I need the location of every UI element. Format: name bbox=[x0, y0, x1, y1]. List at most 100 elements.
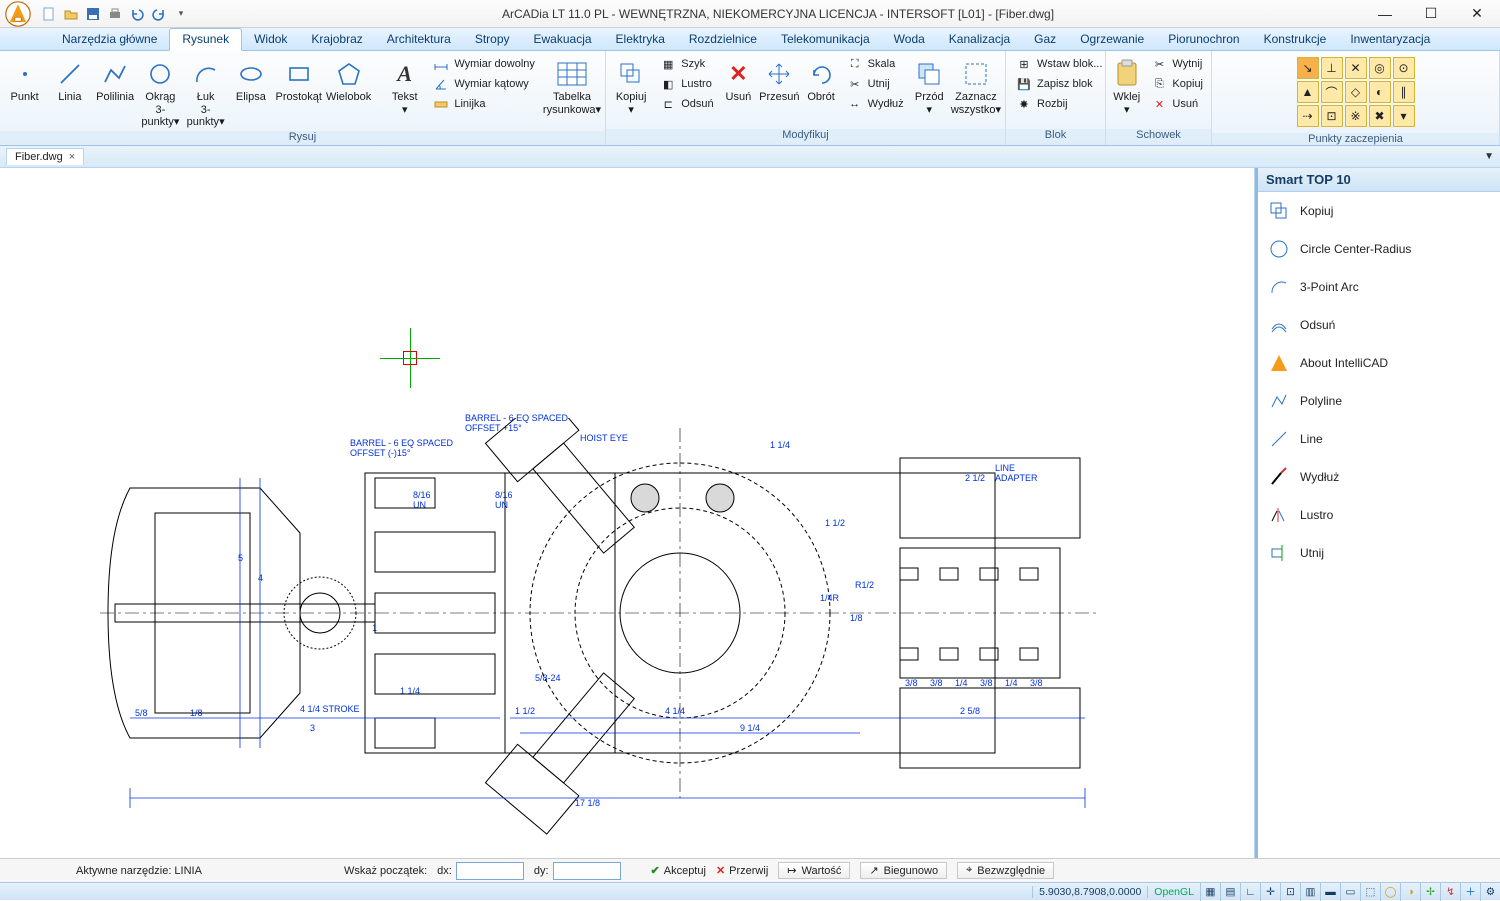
absolute-mode-button[interactable]: ⌖Bezwzględnie bbox=[957, 862, 1054, 879]
tab-water[interactable]: Woda bbox=[882, 29, 937, 50]
snap-insert-icon[interactable]: ⊡ bbox=[1321, 105, 1343, 127]
status-model-icon[interactable]: ▭ bbox=[1340, 883, 1360, 901]
tab-ceilings[interactable]: Stropy bbox=[463, 29, 522, 50]
snap-nearest-icon[interactable]: ⊙ bbox=[1393, 57, 1415, 79]
rotate-button[interactable]: Obrót bbox=[803, 53, 838, 104]
delete-button[interactable]: ✕Usuń bbox=[722, 53, 755, 104]
snap-midpoint-icon[interactable]: ▲ bbox=[1297, 81, 1319, 103]
clip-delete-button[interactable]: ✕Usuń bbox=[1147, 95, 1207, 113]
table-button[interactable]: Tabelkarysunkowa▾ bbox=[543, 53, 601, 116]
status-3dosnap-icon[interactable]: ◑ bbox=[1400, 883, 1420, 901]
snap-center-icon[interactable]: ◎ bbox=[1369, 57, 1391, 79]
status-snap-icon[interactable]: ▦ bbox=[1200, 883, 1220, 901]
point-button[interactable]: Punkt bbox=[4, 53, 45, 104]
new-icon[interactable] bbox=[40, 5, 58, 23]
undo-icon[interactable] bbox=[128, 5, 146, 23]
trim-button[interactable]: ✂Utnij bbox=[843, 75, 908, 93]
smart-item-extend[interactable]: Wydłuż bbox=[1258, 458, 1500, 496]
status-dyn-icon[interactable]: ✢ bbox=[1420, 883, 1440, 901]
value-mode-button[interactable]: ↦Wartość bbox=[778, 862, 850, 879]
snap-more-dropdown[interactable]: ▾ bbox=[1393, 105, 1415, 127]
dim-angular-button[interactable]: Wymiar kątowy bbox=[429, 75, 539, 93]
snap-tangent-icon[interactable]: ⌒ bbox=[1321, 81, 1343, 103]
smart-item-about[interactable]: About IntelliCAD bbox=[1258, 344, 1500, 382]
tab-construction[interactable]: Konstrukcje bbox=[1252, 29, 1339, 50]
arc-button[interactable]: Łuk3-punkty▾ bbox=[185, 53, 226, 129]
smart-item-arc[interactable]: 3-Point Arc bbox=[1258, 268, 1500, 306]
snap-intersect-icon[interactable]: ✕ bbox=[1345, 57, 1367, 79]
tab-view[interactable]: Widok bbox=[242, 29, 299, 50]
snap-endpoint-icon[interactable]: ↘ bbox=[1297, 57, 1319, 79]
smart-item-mirror[interactable]: Lustro bbox=[1258, 496, 1500, 534]
doc-tab-fiber[interactable]: Fiber.dwg × bbox=[6, 148, 84, 165]
minimize-button[interactable]: — bbox=[1362, 0, 1408, 28]
rectangle-button[interactable]: Prostokąt bbox=[276, 53, 322, 104]
dx-input[interactable] bbox=[456, 862, 524, 880]
status-polar-icon[interactable]: ✛ bbox=[1260, 883, 1280, 901]
status-osnap2-icon[interactable]: ◯ bbox=[1380, 883, 1400, 901]
status-ortho-icon[interactable]: ∟ bbox=[1240, 883, 1260, 901]
clip-copy-button[interactable]: ⎘Kopiuj bbox=[1147, 75, 1207, 93]
extend-button[interactable]: ↔Wydłuż bbox=[843, 95, 908, 113]
redo-icon[interactable] bbox=[150, 5, 168, 23]
status-osnap-icon[interactable]: ⊡ bbox=[1280, 883, 1300, 901]
close-button[interactable]: ✕ bbox=[1454, 0, 1500, 28]
tab-gas[interactable]: Gaz bbox=[1022, 29, 1068, 50]
mirror-button[interactable]: ◧Lustro bbox=[656, 75, 717, 93]
tab-sewage[interactable]: Kanalizacja bbox=[937, 29, 1022, 50]
clip-cut-button[interactable]: ✂Wytnij bbox=[1147, 55, 1207, 73]
tab-architecture[interactable]: Architektura bbox=[375, 29, 463, 50]
polygon-button[interactable]: Wielobok bbox=[326, 53, 371, 104]
dy-input[interactable] bbox=[553, 862, 621, 880]
insert-block-button[interactable]: ⊞Wstaw blok... bbox=[1012, 55, 1106, 73]
status-gear-icon[interactable]: ⚙ bbox=[1480, 883, 1500, 901]
scale-button[interactable]: ⛶Skala bbox=[843, 55, 908, 73]
dim-any-button[interactable]: Wymiar dowolny bbox=[429, 55, 539, 73]
polar-mode-button[interactable]: ↗Biegunowo bbox=[860, 862, 947, 879]
paste-button[interactable]: Wklej▾ bbox=[1110, 53, 1143, 116]
close-tab-icon[interactable]: × bbox=[69, 151, 75, 163]
polyline-button[interactable]: Polilinia bbox=[95, 53, 136, 104]
smart-item-copy[interactable]: Kopiuj bbox=[1258, 192, 1500, 230]
print-icon[interactable] bbox=[106, 5, 124, 23]
cancel-button[interactable]: Przerwij bbox=[729, 865, 768, 877]
drawing-canvas[interactable]: BARREL - 6 EQ SPACEDOFFSET +15° BARREL -… bbox=[0, 168, 1255, 858]
explode-button[interactable]: ✸Rozbij bbox=[1012, 95, 1106, 113]
snap-node-icon[interactable]: ◇ bbox=[1345, 81, 1367, 103]
smart-item-line[interactable]: Line bbox=[1258, 420, 1500, 458]
text-button[interactable]: ATekst▾ bbox=[384, 53, 425, 116]
smart-item-offset[interactable]: Odsuń bbox=[1258, 306, 1500, 344]
smart-item-trim[interactable]: Utnij bbox=[1258, 534, 1500, 572]
accept-button[interactable]: Akceptuj bbox=[664, 865, 706, 877]
circle-button[interactable]: Okrąg3-punkty▾ bbox=[140, 53, 181, 129]
snap-perp-icon[interactable]: ⊥ bbox=[1321, 57, 1343, 79]
status-grid-icon[interactable]: ▤ bbox=[1220, 883, 1240, 901]
offset-button[interactable]: ⊏Odsuń bbox=[656, 95, 717, 113]
status-plus-icon[interactable]: ＋ bbox=[1460, 883, 1480, 901]
select-all-button[interactable]: Zaznaczwszystko▾ bbox=[951, 53, 1001, 116]
save-icon[interactable] bbox=[84, 5, 102, 23]
snap-parallel-icon[interactable]: ∥ bbox=[1393, 81, 1415, 103]
app-logo[interactable] bbox=[0, 0, 36, 28]
snap-extension-icon[interactable]: ⇢ bbox=[1297, 105, 1319, 127]
snap-quadrant-icon[interactable]: ◐ bbox=[1369, 81, 1391, 103]
snap-apparent-icon[interactable]: ※ bbox=[1345, 105, 1367, 127]
tab-switchboards[interactable]: Rozdzielnice bbox=[677, 29, 769, 50]
status-tablet-icon[interactable]: ⬚ bbox=[1360, 883, 1380, 901]
ruler-button[interactable]: Linijka bbox=[429, 95, 539, 113]
doc-tab-dropdown-icon[interactable]: ▼ bbox=[1484, 151, 1494, 162]
bring-front-button[interactable]: Przód▾ bbox=[912, 53, 947, 116]
tab-telecom[interactable]: Telekomunikacja bbox=[769, 29, 882, 50]
copy-button[interactable]: Kopiuj▾ bbox=[610, 53, 652, 116]
tab-home[interactable]: Narzędzia główne bbox=[50, 29, 169, 50]
status-lwt-icon[interactable]: ▬ bbox=[1320, 883, 1340, 901]
status-cycle-icon[interactable]: ↯ bbox=[1440, 883, 1460, 901]
save-block-button[interactable]: 💾Zapisz blok bbox=[1012, 75, 1106, 93]
smart-item-polyline[interactable]: Polyline bbox=[1258, 382, 1500, 420]
tab-evacuation[interactable]: Ewakuacja bbox=[522, 29, 604, 50]
line-button[interactable]: Linia bbox=[49, 53, 90, 104]
maximize-button[interactable]: ☐ bbox=[1408, 0, 1454, 28]
snap-none-icon[interactable]: ✖ bbox=[1369, 105, 1391, 127]
ellipse-button[interactable]: Elipsa bbox=[230, 53, 271, 104]
tab-electric[interactable]: Elektryka bbox=[604, 29, 677, 50]
